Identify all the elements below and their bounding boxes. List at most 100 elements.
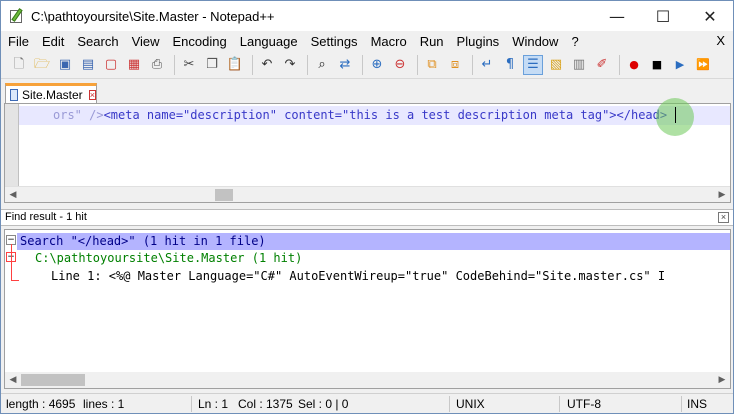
status-separator	[449, 396, 450, 412]
editor-horizontal-scrollbar[interactable]: ◀ ▶	[5, 186, 730, 202]
save-all-icon[interactable]: ▤	[78, 55, 98, 75]
window-title: C:\pathtoyoursite\Site.Master - Notepad+…	[31, 8, 275, 24]
status-bar: length : 4695 lines : 1 Ln : 1 Col : 137…	[1, 393, 733, 413]
notepadpp-logo-icon	[9, 8, 25, 24]
close-button[interactable]: ✕	[687, 1, 733, 31]
menu-macro[interactable]: Macro	[364, 34, 413, 49]
tab-label: Site.Master	[21, 87, 83, 102]
status-encoding[interactable]: UTF-8	[567, 397, 601, 411]
paste-icon[interactable]: 📋	[225, 55, 245, 75]
code-prefix: ors" />	[53, 108, 104, 122]
tab-site-master[interactable]: Site.Master ×	[5, 83, 97, 103]
play-icon[interactable]: ▶	[670, 55, 690, 75]
menu-run[interactable]: Run	[413, 34, 450, 49]
title-bar: C:\pathtoyoursite\Site.Master - Notepad+…	[1, 1, 733, 31]
tab-bar: Site.Master ×	[1, 81, 733, 103]
menu-window[interactable]: Window	[505, 34, 564, 49]
sync-v-icon[interactable]: ⧉	[422, 55, 442, 75]
new-icon[interactable]: 🗋	[9, 55, 29, 75]
maximize-button[interactable]: ☐	[640, 1, 686, 31]
menu-edit[interactable]: Edit	[35, 34, 70, 49]
fold-line	[11, 244, 12, 280]
copy-icon[interactable]: ❐	[202, 55, 222, 75]
toolbar-separator	[252, 54, 253, 75]
minimize-button[interactable]: —	[594, 1, 640, 31]
stop-icon[interactable]: ■	[647, 55, 667, 75]
search-hit-line[interactable]: Line 1: <%@ Master Language="C#" AutoEve…	[51, 269, 665, 283]
scroll-left-icon[interactable]: ◀	[5, 372, 21, 388]
redo-icon[interactable]: ↷	[280, 55, 300, 75]
replace-icon[interactable]: ⇄	[335, 55, 355, 75]
doc-map-icon[interactable]: ▧	[546, 55, 566, 75]
fold-line	[11, 280, 19, 281]
scrollbar-thumb[interactable]	[21, 374, 85, 386]
find-result-panel[interactable]: − − Search "</head>" (1 hit in 1 file) C…	[4, 229, 731, 389]
function-list-icon[interactable]: ▥	[569, 55, 589, 75]
find-icon[interactable]: ⌕	[312, 55, 332, 75]
status-length: length : 4695	[6, 397, 76, 411]
folder-icon[interactable]: ✐	[592, 55, 612, 75]
line-number-gutter	[5, 104, 19, 186]
undo-icon[interactable]: ↶	[257, 55, 277, 75]
find-horizontal-scrollbar[interactable]: ◀ ▶	[5, 372, 730, 388]
search-summary-line[interactable]: Search "</head>" (1 hit in 1 file)	[20, 234, 266, 248]
open-icon[interactable]: 🗁	[32, 55, 52, 75]
print-icon[interactable]: ⎙	[147, 55, 167, 75]
toolbar: 🗋 🗁 ▣ ▤ ▢ ▦ ⎙ ✂ ❐ 📋 ↶ ↷ ⌕ ⇄ ⊕ ⊖ ⧉ ⧈ ↵ ¶ …	[1, 51, 733, 79]
toolbar-separator	[619, 54, 620, 75]
menu-encoding[interactable]: Encoding	[166, 34, 233, 49]
scroll-left-icon[interactable]: ◀	[5, 187, 21, 203]
word-wrap-icon[interactable]: ↵	[477, 55, 497, 75]
menu-view[interactable]: View	[125, 34, 166, 49]
save-icon[interactable]: ▣	[55, 55, 75, 75]
sync-h-icon[interactable]: ⧈	[445, 55, 465, 75]
toolbar-separator	[472, 54, 473, 75]
editor-pane[interactable]: ors" /><meta name="description" content=…	[4, 98, 731, 203]
cut-icon[interactable]: ✂	[179, 55, 199, 75]
tab-close-icon[interactable]: ×	[88, 89, 96, 100]
status-lines: lines : 1	[83, 397, 125, 411]
menu-bar: File Edit Search View Encoding Language …	[1, 31, 733, 51]
maximize-icon: ☐	[655, 6, 671, 26]
text-caret	[675, 107, 676, 123]
toolbar-separator	[307, 54, 308, 75]
toolbar-separator	[174, 54, 175, 75]
toolbar-separator	[362, 54, 363, 75]
close-all-icon[interactable]: ▦	[124, 55, 144, 75]
code-meta-tag: <meta name="description" content="this i…	[103, 108, 617, 122]
menu-file[interactable]: File	[1, 34, 35, 49]
search-file-line[interactable]: C:\pathtoyoursite\Site.Master (1 hit)	[35, 251, 302, 265]
close-document-button[interactable]: X	[716, 33, 725, 48]
find-result-close-icon[interactable]: ×	[718, 212, 729, 223]
scroll-right-icon[interactable]: ▶	[714, 372, 730, 388]
menu-plugins[interactable]: Plugins	[450, 34, 506, 49]
status-selection: Sel : 0 | 0	[298, 397, 349, 411]
find-result-header: Find result - 1 hit ×	[1, 209, 733, 226]
close-icon: ✕	[703, 6, 717, 26]
find-result-title: Find result - 1 hit	[5, 211, 87, 223]
zoom-in-icon[interactable]: ⊕	[367, 55, 387, 75]
menu-settings[interactable]: Settings	[304, 34, 364, 49]
status-separator	[191, 396, 192, 412]
zoom-out-icon[interactable]: ⊖	[390, 55, 410, 75]
close-icon[interactable]: ▢	[101, 55, 121, 75]
editor-line-1[interactable]: ors" /><meta name="description" content=…	[53, 108, 667, 122]
notepadpp-window: C:\pathtoyoursite\Site.Master - Notepad+…	[0, 0, 734, 414]
menu-help[interactable]: ?	[564, 34, 584, 49]
status-eol[interactable]: UNIX	[456, 397, 485, 411]
file-icon	[10, 88, 18, 101]
scrollbar-thumb[interactable]	[215, 189, 233, 201]
menu-language[interactable]: Language	[233, 34, 304, 49]
status-insert-mode[interactable]: INS	[687, 397, 707, 411]
record-icon[interactable]: ●	[624, 55, 644, 75]
status-separator	[559, 396, 560, 412]
scroll-right-icon[interactable]: ▶	[714, 187, 730, 203]
status-line-number: Ln : 1	[198, 397, 229, 411]
status-column: Col : 1375	[238, 397, 293, 411]
menu-search[interactable]: Search	[70, 34, 124, 49]
indent-guide-icon[interactable]: ☰	[523, 54, 543, 75]
run-multiple-icon[interactable]: ⏩	[693, 55, 713, 75]
minimize-icon: —	[609, 6, 625, 26]
show-all-icon[interactable]: ¶	[500, 55, 520, 75]
toolbar-separator	[417, 54, 418, 75]
